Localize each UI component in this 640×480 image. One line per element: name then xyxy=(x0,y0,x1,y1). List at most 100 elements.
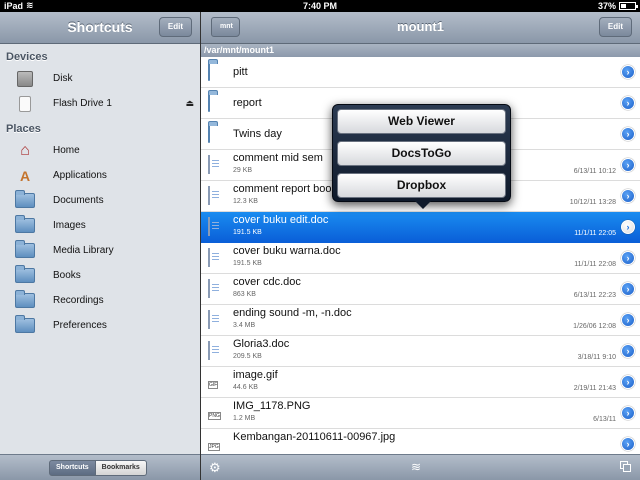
disclosure-icon[interactable]: › xyxy=(621,220,635,234)
folder-icon xyxy=(15,290,35,308)
document-icon xyxy=(208,310,210,329)
devices-header: Devices xyxy=(6,51,48,63)
folder-title: mount1 xyxy=(397,19,444,34)
file-row[interactable]: JPG Kembangan-20110611-00967.jpg › xyxy=(201,429,640,454)
sidebar-item-label: Recordings xyxy=(53,295,104,306)
file-date: 6/13/11 22:23 xyxy=(573,292,616,299)
docstogo-button[interactable]: DocsToGo xyxy=(337,141,506,166)
sidebar-item-recordings[interactable]: Recordings xyxy=(0,288,200,313)
sidebar-item-label: Applications xyxy=(53,170,107,181)
sidebar-item-images[interactable]: Images xyxy=(0,213,200,238)
file-size: 1.2 MB xyxy=(233,415,256,422)
disclosure-icon[interactable]: › xyxy=(621,127,635,141)
wifi-sharing-icon[interactable]: ≋ xyxy=(411,460,421,474)
sidebar-item-media-library[interactable]: Media Library xyxy=(0,238,200,263)
disclosure-icon[interactable]: › xyxy=(621,251,635,265)
file-name: ending sound -m, -n.doc xyxy=(233,307,352,319)
sidebar-item-label: Images xyxy=(53,220,86,231)
file-row[interactable]: PNG IMG_1178.PNG 1.2 MB 6/13/11 › xyxy=(201,398,640,429)
folder-icon xyxy=(208,62,210,81)
image-file-icon: PNG xyxy=(208,412,221,420)
sidebar-item-preferences[interactable]: Preferences xyxy=(0,313,200,338)
sidebar-item-applications[interactable]: A Applications xyxy=(0,163,200,188)
web-viewer-button[interactable]: Web Viewer xyxy=(337,109,506,134)
file-size: 209.5 KB xyxy=(233,353,262,360)
file-row[interactable]: cover cdc.doc 863 KB 6/13/11 22:23 › xyxy=(201,274,640,305)
sidebar-item-disk[interactable]: Disk xyxy=(0,66,200,91)
disclosure-icon[interactable]: › xyxy=(621,406,635,420)
sidebar-item-flash-drive[interactable]: Flash Drive 1 ⏏ xyxy=(0,91,200,116)
file-row[interactable]: ending sound -m, -n.doc 3.4 MB 1/26/06 12:… xyxy=(201,305,640,336)
file-date: 6/13/11 xyxy=(593,416,616,423)
file-name: cover cdc.doc xyxy=(233,276,301,288)
sidebar-item-label: Documents xyxy=(53,195,104,206)
tab-shortcuts[interactable]: Shortcuts xyxy=(49,460,96,476)
status-bar: iPad ≋ 7:40 PM 37% xyxy=(0,0,640,12)
file-row[interactable]: GIF image.gif 44.6 KB 2/19/11 21:43 › xyxy=(201,367,640,398)
file-date: 6/13/11 10:12 xyxy=(573,168,616,175)
disclosure-icon[interactable]: › xyxy=(621,158,635,172)
places-header: Places xyxy=(6,123,41,135)
file-size: 863 KB xyxy=(233,291,256,298)
sidebar-item-label: Preferences xyxy=(53,320,107,331)
file-row[interactable]: cover buku warna.doc 191.5 KB 11/1/11 22:0… xyxy=(201,243,640,274)
disclosure-icon[interactable]: › xyxy=(621,65,635,79)
folder-icon xyxy=(15,190,35,208)
eject-icon[interactable]: ⏏ xyxy=(185,98,194,109)
file-name: comment report boo xyxy=(233,183,332,195)
disclosure-icon[interactable]: › xyxy=(621,313,635,327)
sidebar-item-books[interactable]: Books xyxy=(0,263,200,288)
disk-icon xyxy=(17,70,33,87)
shortcuts-edit-button[interactable]: Edit xyxy=(158,17,192,37)
file-navbar: mnt mount1 Edit xyxy=(201,12,640,44)
sidebar-item-documents[interactable]: Documents xyxy=(0,188,200,213)
dropbox-button[interactable]: Dropbox xyxy=(337,173,506,198)
disclosure-icon[interactable]: › xyxy=(621,96,635,110)
battery-percent: 37% xyxy=(597,1,616,11)
gear-icon[interactable]: ⚙ xyxy=(209,460,221,476)
image-file-icon: GIF xyxy=(208,381,219,389)
file-size: 191.5 KB xyxy=(233,229,262,236)
file-name: cover buku warna.doc xyxy=(233,245,341,257)
file-name: Gloria3.doc xyxy=(233,338,290,350)
document-icon xyxy=(208,248,210,267)
file-name: cover buku edit.doc xyxy=(233,214,329,226)
sidebar-item-label: Media Library xyxy=(53,245,114,256)
sidebar-item-label: Disk xyxy=(53,73,73,84)
disclosure-icon[interactable]: › xyxy=(621,282,635,296)
file-date: 10/12/11 13:28 xyxy=(569,199,616,206)
file-name: IMG_1178.PNG xyxy=(233,400,311,412)
windows-icon[interactable] xyxy=(620,461,632,473)
path-bar: /var/mnt/mount1 xyxy=(201,44,640,57)
document-icon xyxy=(208,279,210,298)
file-date: 2/19/11 21:43 xyxy=(573,385,616,392)
folder-icon xyxy=(15,240,35,258)
sidebar-item-label: Flash Drive 1 xyxy=(53,98,112,109)
sidebar-item-home[interactable]: ⌂ Home xyxy=(0,138,200,163)
file-row[interactable]: cover buku edit.doc 191.5 KB 11/1/11 22:05… xyxy=(201,212,640,243)
file-date: 1/26/06 12:08 xyxy=(573,323,616,330)
applications-icon: A xyxy=(19,167,31,184)
file-date: 11/1/11 22:05 xyxy=(574,230,616,237)
file-name: image.gif xyxy=(233,369,278,381)
flash-drive-icon xyxy=(19,95,31,112)
shortcuts-segmented-control: Shortcuts Bookmarks xyxy=(49,460,147,476)
file-size: 29 KB xyxy=(233,167,253,174)
file-size: 3.4 MB xyxy=(233,322,256,329)
document-icon xyxy=(208,341,210,360)
disclosure-icon[interactable]: › xyxy=(621,375,635,389)
folder-icon xyxy=(15,315,35,333)
disclosure-icon[interactable]: › xyxy=(621,344,635,358)
disclosure-icon[interactable]: › xyxy=(621,189,635,203)
tab-bookmarks[interactable]: Bookmarks xyxy=(95,460,147,476)
file-browser-pane: mnt mount1 Edit /var/mnt/mount1 pitt › rep… xyxy=(201,12,640,480)
file-name: Twins day xyxy=(233,128,282,140)
file-toolbar: ⚙ ≋ xyxy=(201,454,640,480)
files-edit-button[interactable]: Edit xyxy=(598,17,632,37)
folder-icon xyxy=(15,215,35,233)
disclosure-icon[interactable]: › xyxy=(621,437,635,451)
file-size: 12.3 KB xyxy=(233,198,258,205)
file-row[interactable]: Gloria3.doc 209.5 KB 3/18/11 9:10 › xyxy=(201,336,640,367)
file-row[interactable]: pitt › xyxy=(201,57,640,88)
clock: 7:40 PM xyxy=(302,1,337,11)
